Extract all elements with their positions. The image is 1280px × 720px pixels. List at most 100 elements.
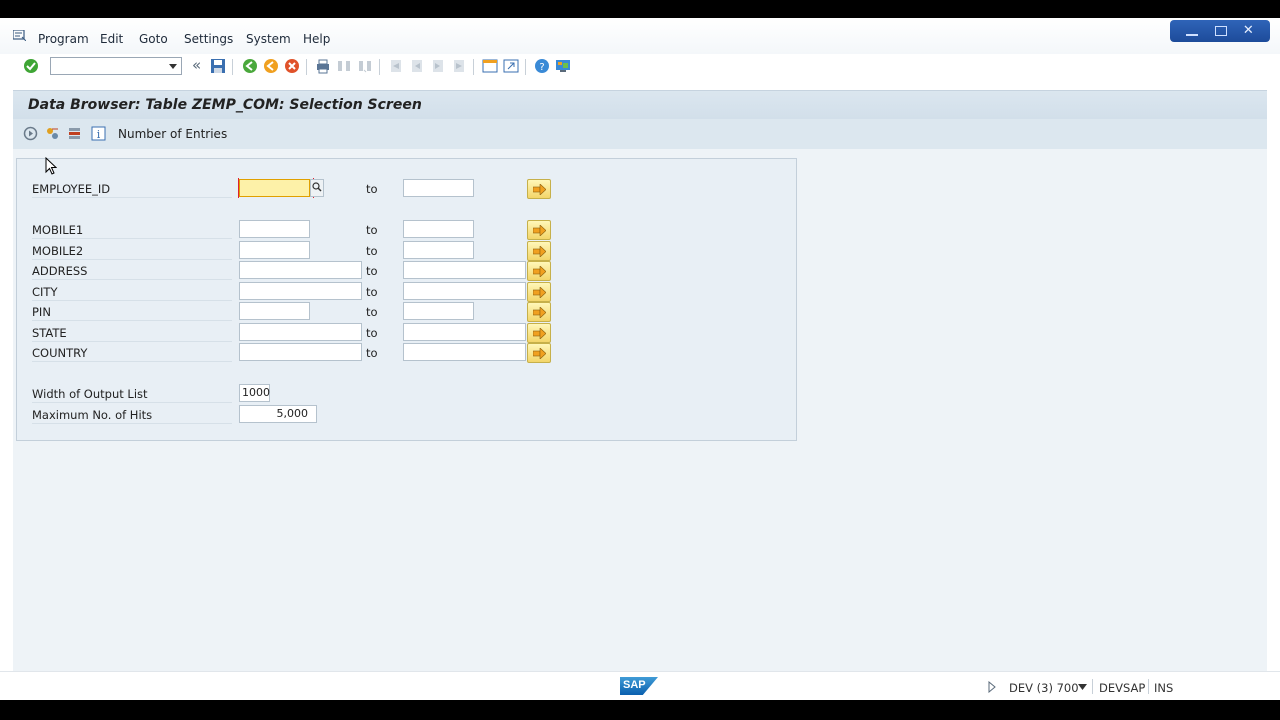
selection-options-icon[interactable] (45, 126, 60, 141)
multiple-selection-button[interactable] (527, 343, 551, 363)
country-from-input[interactable] (239, 343, 362, 361)
server-name: DEVSAP (1099, 681, 1146, 695)
field-label-employee-id: EMPLOYEE_ID (32, 182, 111, 196)
field-label-pin: PIN (32, 305, 51, 319)
field-label-mobile1: MOBILE1 (32, 223, 84, 237)
menu-help[interactable]: Help (303, 32, 330, 46)
last-page-icon (454, 60, 464, 72)
customize-layout-icon[interactable] (555, 58, 571, 74)
multiple-selection-button[interactable] (527, 220, 551, 240)
help-icon[interactable]: ? (534, 58, 550, 74)
svg-text:i: i (97, 128, 101, 141)
address-from-input[interactable] (239, 261, 362, 279)
country-to-input[interactable] (403, 343, 526, 361)
field-label-address: ADDRESS (32, 264, 88, 278)
minimize-icon[interactable] (1186, 26, 1199, 36)
mobile2-to-input[interactable] (403, 241, 474, 259)
previous-page-icon (412, 60, 422, 72)
city-from-input[interactable] (239, 282, 362, 300)
cancel-icon[interactable] (284, 58, 300, 74)
state-from-input[interactable] (239, 323, 362, 341)
selection-row-employee-id: EMPLOYEE_ID to (17, 178, 796, 199)
command-field[interactable] (50, 57, 182, 75)
max-hits-label: Maximum No. of Hits (32, 408, 153, 422)
restore-icon[interactable] (1214, 26, 1227, 36)
menu-system[interactable]: System (246, 32, 291, 46)
menu-edit[interactable]: Edit (100, 32, 123, 46)
field-label-mobile2: MOBILE2 (32, 244, 84, 258)
mobile1-from-input[interactable] (239, 220, 310, 238)
multiple-selection-button[interactable] (527, 302, 551, 322)
arrow-right-icon (533, 287, 546, 298)
collapse-chevron-icon[interactable]: « (192, 56, 201, 74)
to-label: to (366, 326, 378, 340)
find-next-icon (359, 61, 371, 73)
multiple-selection-button[interactable] (527, 261, 551, 281)
exit-icon[interactable] (263, 58, 279, 74)
menu-list-icon[interactable] (13, 30, 26, 41)
selection-row-address: ADDRESS to (17, 261, 796, 281)
label-underline (32, 197, 232, 198)
width-output-list-input[interactable]: 1000 (239, 384, 270, 402)
to-label: to (366, 244, 378, 258)
field-label-state: STATE (32, 326, 67, 340)
label-underline (32, 300, 232, 301)
address-to-input[interactable] (403, 261, 526, 279)
enter-check-icon[interactable] (23, 58, 39, 74)
system-toolbar: « ? (0, 54, 1280, 80)
sap-logo: SAP (620, 677, 658, 695)
status-expand-icon[interactable] (987, 681, 997, 693)
toolbar-separator (379, 59, 380, 75)
label-underline (32, 361, 232, 362)
save-icon[interactable] (210, 58, 226, 74)
employee-id-from-input[interactable] (238, 178, 314, 198)
system-dropdown-icon[interactable] (1078, 684, 1087, 690)
menu-settings[interactable]: Settings (184, 32, 233, 46)
max-hits-input[interactable]: 5,000 (239, 405, 317, 423)
execute-icon[interactable] (23, 126, 38, 141)
info-icon[interactable]: i (91, 126, 106, 141)
arrow-right-icon (533, 328, 546, 339)
arrow-right-icon (533, 246, 546, 257)
arrow-right-icon (533, 307, 546, 318)
to-label: to (366, 223, 378, 237)
selection-row-pin: PIN to (17, 302, 796, 322)
sap-window: Program Edit Goto Settings System Help ✕… (0, 18, 1280, 700)
pin-to-input[interactable] (403, 302, 474, 320)
field-label-city: CITY (32, 285, 58, 299)
arrow-right-icon (533, 348, 546, 359)
find-icon (338, 61, 350, 71)
search-help-icon[interactable] (310, 179, 324, 197)
width-output-list-label: Width of Output List (32, 387, 148, 401)
selection-row-mobile2: MOBILE2 to (17, 241, 796, 261)
mobile2-from-input[interactable] (239, 241, 310, 259)
selection-row-state: STATE to (17, 323, 796, 343)
mobile1-to-input[interactable] (403, 220, 474, 238)
toolbar-separator (232, 59, 233, 75)
city-to-input[interactable] (403, 282, 526, 300)
field-list-icon[interactable] (68, 126, 83, 141)
window-controls: ✕ (1170, 20, 1270, 42)
label-underline (32, 238, 232, 239)
new-session-icon[interactable] (482, 58, 498, 74)
pin-from-input[interactable] (239, 302, 310, 320)
shortcut-icon[interactable] (503, 58, 519, 74)
multiple-selection-button[interactable] (527, 241, 551, 261)
back-icon[interactable] (242, 58, 258, 74)
dropdown-arrow-icon[interactable] (169, 64, 177, 69)
number-of-entries-button[interactable]: Number of Entries (118, 127, 227, 141)
to-label: to (366, 346, 378, 360)
menu-program[interactable]: Program (38, 32, 89, 46)
menu-goto[interactable]: Goto (139, 32, 168, 46)
close-icon[interactable]: ✕ (1243, 24, 1254, 37)
multiple-selection-button[interactable] (527, 282, 551, 302)
employee-id-to-input[interactable] (403, 179, 474, 197)
selection-row-mobile1: MOBILE1 to (17, 220, 796, 240)
print-icon[interactable] (315, 58, 331, 74)
application-toolbar: i Number of Entries (13, 119, 1267, 149)
toolbar-separator (306, 59, 307, 75)
state-to-input[interactable] (403, 323, 526, 341)
multiple-selection-button[interactable] (527, 179, 551, 199)
multiple-selection-button[interactable] (527, 323, 551, 343)
insert-mode: INS (1154, 681, 1174, 695)
